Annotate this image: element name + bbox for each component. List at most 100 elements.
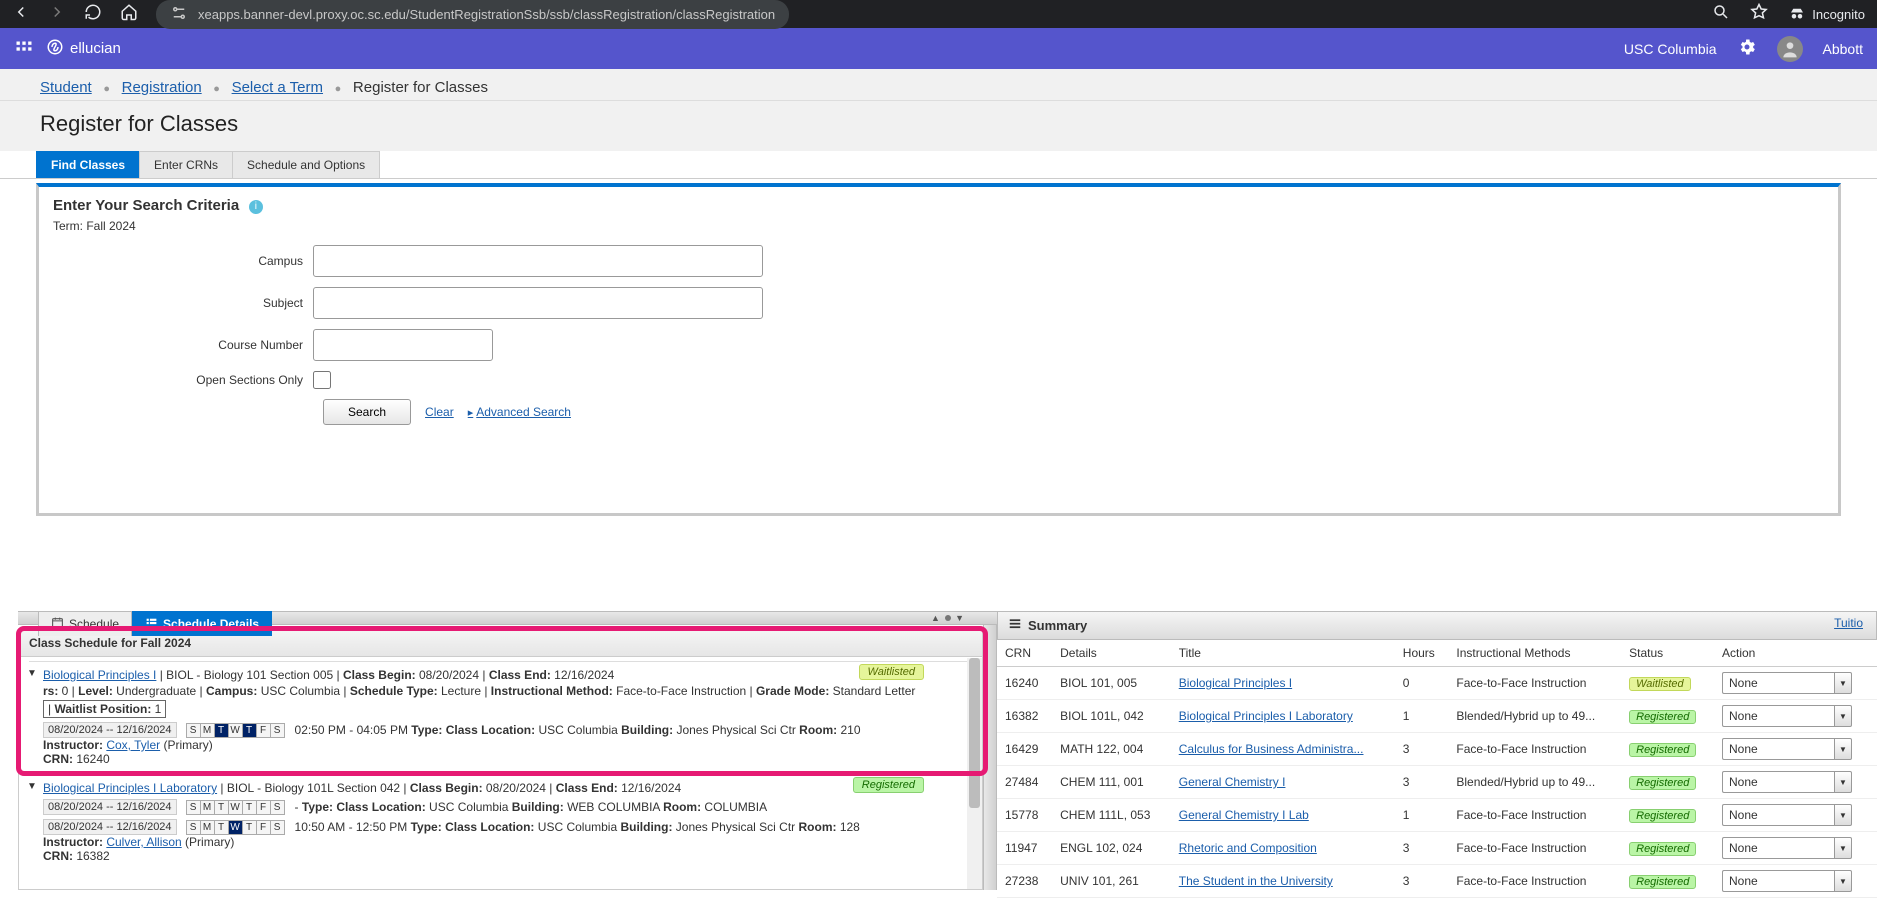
search-button[interactable]: Search [323, 399, 411, 425]
action-select[interactable]: None▼ [1722, 705, 1852, 727]
cell-details: UNIV 101, 261 [1052, 865, 1171, 898]
chevron-down-icon[interactable]: ▼ [1834, 870, 1852, 892]
col-header[interactable]: Status [1621, 640, 1714, 667]
cell-title: Calculus for Business Administra... [1171, 733, 1395, 766]
cell-crn: 27238 [997, 865, 1052, 898]
campus-input[interactable] [313, 245, 763, 277]
chevron-down-icon[interactable]: ▼ [1834, 804, 1852, 826]
crumb-registration[interactable]: Registration [122, 79, 202, 96]
cell-method: Blended/Hybrid up to 49... [1448, 700, 1621, 733]
back-icon[interactable] [12, 3, 30, 25]
cell-title: General Chemistry I Lab [1171, 799, 1395, 832]
cell-status: Registered [1621, 865, 1714, 898]
avatar[interactable] [1777, 36, 1803, 62]
cell-details: ENGL 102, 024 [1052, 832, 1171, 865]
col-header[interactable]: Action [1714, 640, 1877, 667]
apps-icon[interactable] [14, 39, 34, 59]
status-pill: Waitlisted [1629, 677, 1690, 691]
col-header[interactable]: Hours [1395, 640, 1449, 667]
course-link[interactable]: Biological Principles I Laboratory [1179, 709, 1353, 723]
course-link[interactable]: General Chemistry I Lab [1179, 808, 1309, 822]
chevron-down-icon[interactable]: ▼ [1834, 672, 1852, 694]
crn-line: CRN: 16382 [43, 849, 972, 863]
gear-icon[interactable] [1737, 37, 1757, 60]
course-link[interactable]: General Chemistry I [1179, 775, 1286, 789]
action-select[interactable]: None▼ [1722, 771, 1852, 793]
cell-hours: 1 [1395, 700, 1449, 733]
subject-input[interactable] [313, 287, 763, 319]
chevron-down-icon[interactable]: ▼ [1834, 837, 1852, 859]
chevron-down-icon[interactable]: ▼ [1834, 771, 1852, 793]
instructor-line: Instructor: Culver, Allison (Primary) [43, 835, 972, 849]
vertical-splitter[interactable] [983, 625, 997, 890]
action-select[interactable]: None▼ [1722, 870, 1852, 892]
cell-hours: 3 [1395, 733, 1449, 766]
list-icon [1008, 617, 1022, 634]
advanced-search-link[interactable]: Advanced Search [468, 405, 571, 419]
status-badge: Registered [853, 777, 924, 793]
clear-link[interactable]: Clear [425, 405, 454, 419]
table-row: 15778 CHEM 111L, 053 General Chemistry I… [997, 799, 1877, 832]
col-header[interactable]: Details [1052, 640, 1171, 667]
cell-action: None▼ [1714, 865, 1877, 898]
action-select[interactable]: None▼ [1722, 837, 1852, 859]
tab-schedule-details[interactable]: Schedule Details [132, 611, 272, 636]
col-header[interactable]: Instructional Methods [1448, 640, 1621, 667]
scrollbar[interactable] [967, 658, 982, 889]
crumb-sep: ● [213, 83, 220, 95]
action-select[interactable]: None▼ [1722, 672, 1852, 694]
open-only-checkbox[interactable] [313, 371, 331, 389]
tab-enter-crns[interactable]: Enter CRNs [139, 151, 233, 178]
tab-find-classes[interactable]: Find Classes [36, 151, 140, 178]
cell-crn: 16240 [997, 667, 1052, 700]
home-icon[interactable] [120, 3, 138, 25]
course-title-link[interactable]: Biological Principles I [43, 668, 156, 682]
course-title-link[interactable]: Biological Principles I Laboratory [43, 781, 217, 795]
instructor-link[interactable]: Culver, Allison [106, 835, 181, 849]
cell-hours: 1 [1395, 799, 1449, 832]
cell-hours: 3 [1395, 832, 1449, 865]
course-number-input[interactable] [313, 329, 493, 361]
days-grid: SMTWTFS [187, 723, 285, 738]
course-link[interactable]: Calculus for Business Administra... [1179, 742, 1364, 756]
cell-action: None▼ [1714, 667, 1877, 700]
action-select[interactable]: None▼ [1722, 738, 1852, 760]
course-link[interactable]: Rhetoric and Composition [1179, 841, 1317, 855]
col-header[interactable]: CRN [997, 640, 1052, 667]
instructor-link[interactable]: Cox, Tyler [106, 738, 160, 752]
course-link[interactable]: Biological Principles I [1179, 676, 1292, 690]
user-name[interactable]: Abbott [1823, 41, 1863, 57]
tuition-link[interactable]: Tuitio [1834, 616, 1863, 630]
summary-table: CRNDetailsTitleHoursInstructional Method… [997, 640, 1877, 898]
status-badge: Waitlisted [859, 664, 924, 680]
crumb-select-term[interactable]: Select a Term [232, 79, 323, 96]
forward-icon[interactable] [48, 3, 66, 25]
search-icon[interactable] [1712, 3, 1730, 25]
collapse-icon[interactable]: ▼ [27, 668, 37, 679]
course-number-label: Course Number [53, 338, 313, 352]
cell-status: Registered [1621, 832, 1714, 865]
cell-method: Face-to-Face Instruction [1448, 799, 1621, 832]
meeting-row: 08/20/2024 -- 12/16/2024SMTWTFS- Type: C… [43, 799, 972, 815]
table-row: 16382 BIOL 101L, 042 Biological Principl… [997, 700, 1877, 733]
crumb-student[interactable]: Student [40, 79, 92, 96]
tab-schedule-options[interactable]: Schedule and Options [232, 151, 380, 178]
cell-details: BIOL 101L, 042 [1052, 700, 1171, 733]
cell-crn: 27484 [997, 766, 1052, 799]
reload-icon[interactable] [84, 3, 102, 25]
chevron-down-icon[interactable]: ▼ [1834, 705, 1852, 727]
action-select[interactable]: None▼ [1722, 804, 1852, 826]
address-bar[interactable]: xeapps.banner-devl.proxy.oc.sc.edu/Stude… [156, 0, 789, 29]
course-link[interactable]: The Student in the University [1179, 874, 1333, 888]
collapse-icon[interactable]: ▼ [27, 781, 37, 792]
page-title: Register for Classes [0, 101, 1877, 151]
bookmark-icon[interactable] [1750, 3, 1768, 25]
info-icon[interactable]: i [249, 200, 263, 214]
tab-schedule[interactable]: Schedule [38, 611, 132, 636]
cell-method: Face-to-Face Instruction [1448, 667, 1621, 700]
col-header[interactable]: Title [1171, 640, 1395, 667]
site-info-icon[interactable] [170, 4, 188, 25]
table-row: 11947 ENGL 102, 024 Rhetoric and Composi… [997, 832, 1877, 865]
chevron-down-icon[interactable]: ▼ [1834, 738, 1852, 760]
open-only-label: Open Sections Only [53, 373, 313, 387]
